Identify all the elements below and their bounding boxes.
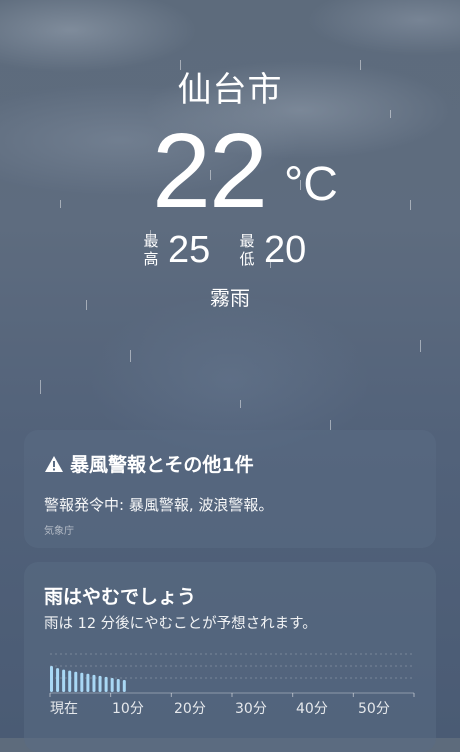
precipitation-forecast-card[interactable]: 雨はやむでしょう 雨は 12 分後にやむことが予想されます。 現在 10分 20…	[24, 562, 436, 752]
axis-label-50: 50分	[358, 701, 390, 717]
alert-body: 警報発令中: 暴風警報, 波浪警報。	[44, 496, 274, 514]
rain-streak	[330, 420, 331, 430]
city-name: 仙台市	[177, 70, 283, 110]
axis-label-10: 10分	[112, 701, 144, 717]
precipitation-bar	[56, 668, 60, 692]
rain-streak	[40, 380, 41, 394]
precipitation-bar	[68, 670, 72, 692]
precipitation-bar	[80, 672, 84, 692]
alert-source: 気象庁	[44, 526, 74, 537]
temperature-block: 22 °C	[0, 114, 460, 226]
rain-streak	[240, 400, 241, 408]
severe-weather-alert-card[interactable]: 暴風警報とその他1件 警報発令中: 暴風警報, 波浪警報。 気象庁	[24, 430, 436, 548]
high-label-2: 高	[143, 250, 159, 268]
weather-condition: 霧雨	[210, 286, 250, 310]
precipitation-bar	[98, 675, 102, 692]
low-label-1: 最	[239, 232, 255, 250]
precipitation-bar	[104, 676, 108, 692]
axis-label-20: 20分	[174, 701, 206, 717]
precipitation-bar	[50, 666, 53, 692]
precipitation-subtitle: 雨は 12 分後にやむことが予想されます。	[44, 616, 317, 632]
precipitation-title: 雨はやむでしょう	[44, 586, 197, 608]
low-label-2: 低	[239, 250, 255, 268]
rain-streak	[130, 350, 131, 362]
alert-title: 暴風警報とその他1件	[70, 454, 254, 476]
low-temperature: 20	[264, 229, 307, 271]
precipitation-bar	[86, 673, 90, 692]
warning-triangle-icon	[45, 455, 63, 472]
axis-label-30: 30分	[235, 701, 267, 717]
precipitation-bar	[62, 669, 66, 692]
high-label-1: 最	[143, 232, 159, 250]
precipitation-bar	[74, 671, 78, 692]
high-temperature: 25	[168, 229, 211, 271]
precipitation-bar	[110, 677, 114, 692]
rain-streak	[420, 340, 421, 352]
precipitation-bar	[116, 679, 120, 692]
axis-label-now: 現在	[50, 701, 78, 717]
axis-label-40: 40分	[296, 701, 328, 717]
temperature-unit: °C	[284, 158, 338, 211]
precipitation-bar	[122, 680, 126, 692]
alert-title-row: 暴風警報とその他1件	[44, 450, 254, 477]
precipitation-bar	[92, 674, 96, 692]
current-temperature: 22	[152, 112, 268, 230]
weather-header: 仙台市	[0, 68, 460, 112]
